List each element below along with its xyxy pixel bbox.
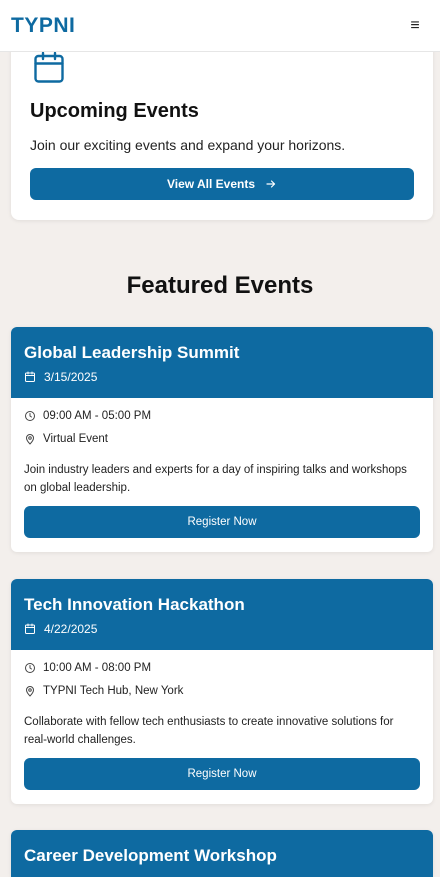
calendar-icon [25,371,35,382]
event-date: 4/22/2025 [24,622,97,636]
event-description: Join industry leaders and experts for a … [24,464,407,494]
register-now-button[interactable]: Register Now [24,506,420,538]
event-description: Collaborate with fellow tech enthusiasts… [24,716,394,746]
event-card: Tech Innovation Hackathon 4/22/2025 10:0… [11,579,433,804]
clock-icon [25,663,35,673]
upcoming-events-title: Upcoming Events [30,100,199,122]
event-time-text: 10:00 AM - 08:00 PM [43,662,152,674]
event-time-text: 09:00 AM - 05:00 PM [43,410,152,422]
event-card-body: 09:00 AM - 05:00 PM Virtual Event Join i… [11,398,433,552]
event-date: 3/15/2025 [24,370,97,384]
event-card-header: Tech Innovation Hackathon 4/22/2025 [11,579,433,650]
top-navbar: TYPNI ≡ [0,0,440,52]
event-location: TYPNI Tech Hub, New York [24,685,183,697]
clock-icon [25,411,35,421]
view-all-events-button[interactable]: View All Events [30,168,414,200]
arrow-right-icon [265,178,277,190]
register-now-button[interactable]: Register Now [24,758,420,790]
calendar-icon [25,623,35,634]
event-card: Career Development Workshop [11,830,433,877]
map-pin-icon [26,686,34,697]
event-date-text: 4/22/2025 [44,622,98,636]
event-time: 10:00 AM - 08:00 PM [24,662,151,674]
view-all-events-label: View All Events [166,177,256,191]
event-date-text: 3/15/2025 [44,370,98,384]
event-title: Tech Innovation Hackathon [24,595,245,614]
hamburger-menu-icon[interactable]: ≡ [406,17,424,35]
event-location-text: Virtual Event [43,433,108,445]
upcoming-events-text: Join our exciting events and expand your… [30,137,346,153]
brand-logo[interactable]: TYPNI [11,14,75,38]
event-time: 09:00 AM - 05:00 PM [24,410,151,422]
featured-events-heading: Featured Events [126,272,314,299]
event-card: Global Leadership Summit 3/15/2025 09:00… [11,327,433,552]
event-card-body: 10:00 AM - 08:00 PM TYPNI Tech Hub, New … [11,650,433,804]
calendar-icon [34,51,64,83]
event-title: Global Leadership Summit [24,343,240,362]
event-card-header: Career Development Workshop [11,830,433,877]
event-location-text: TYPNI Tech Hub, New York [43,685,184,697]
map-pin-icon [26,434,34,445]
event-location: Virtual Event [24,433,108,445]
event-card-header: Global Leadership Summit 3/15/2025 [11,327,433,398]
event-title: Career Development Workshop [24,846,277,865]
upcoming-events-card: Upcoming Events Join our exciting events… [11,30,433,220]
